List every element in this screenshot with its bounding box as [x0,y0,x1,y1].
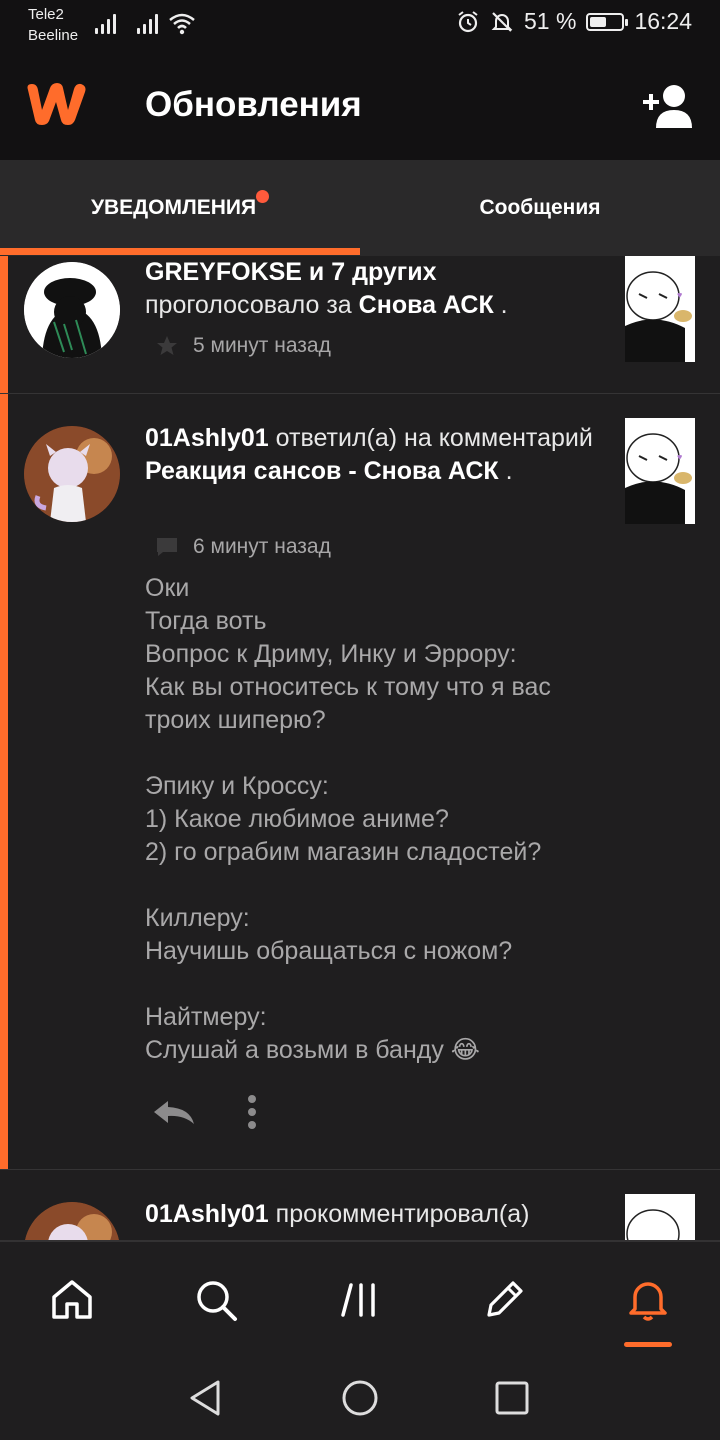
status-bar: Tele2 Beeline 51 % 16:24 [0,0,720,50]
library-icon[interactable] [330,1270,390,1330]
wifi-icon [169,13,195,35]
notification-text: 01Ashly01 ответил(а) на комментарий Реак… [145,424,593,485]
alarm-icon [458,10,478,32]
active-tab-indicator [0,248,360,255]
notifications-feed[interactable]: GREYFOKSE и 7 других проголосовало за Сн… [0,256,720,1240]
notification-action: ответил(а) на комментарий [275,424,593,452]
notification-item[interactable]: GREYFOKSE и 7 других проголосовало за Сн… [0,256,720,394]
story-thumbnail[interactable] [625,1194,695,1240]
wattpad-logo[interactable] [24,80,88,128]
comment-icon [157,538,177,556]
mute-icon [491,11,513,32]
avatar[interactable] [24,1202,120,1240]
bell-icon[interactable] [618,1270,678,1330]
carrier-names: Tele2 Beeline [28,4,78,46]
notification-meta: 5 минут назад [155,334,331,358]
system-navigation [0,1356,720,1440]
notification-target[interactable]: Снова АСК [359,291,494,319]
notification-meta: 6 минут назад [155,535,331,559]
battery-icon [586,12,629,31]
svg-text:♥: ♥ [677,452,682,462]
active-nav-indicator [624,1342,672,1347]
back-icon[interactable] [182,1374,230,1422]
notification-user[interactable]: 01Ashly01 [145,424,269,452]
home-icon[interactable] [42,1270,102,1330]
page-title: Обновления [145,85,362,124]
comment-actions [150,1094,258,1130]
avatar[interactable] [24,262,120,358]
unread-dot [256,189,270,203]
more-options-icon[interactable] [246,1094,258,1130]
clock: 16:24 [634,8,692,34]
search-icon[interactable] [186,1270,246,1330]
tab-messages-label: Сообщения [479,196,601,219]
story-thumbnail[interactable]: ♥ [625,256,695,362]
status-right: 51 % 16:24 [456,8,692,35]
star-icon [157,336,177,355]
recents-icon[interactable] [488,1374,536,1422]
write-icon[interactable] [474,1270,534,1330]
notification-text: 01Ashly01 прокомментировал(а) [145,1198,605,1231]
signal-icon [95,12,116,34]
notification-text: GREYFOKSE и 7 других проголосовало за Сн… [145,258,508,319]
svg-text:♥: ♥ [677,290,682,300]
carrier-1: Tele2 [28,6,64,23]
tab-messages[interactable]: Сообщения [360,160,720,256]
notification-action: проголосовало за [145,291,352,319]
tab-bar: УВЕДОМЛЕНИЯ Сообщения [0,160,720,256]
home-button-icon[interactable] [336,1374,384,1422]
comment-body: Оки Тогда воть Вопрос к Дриму, Инку и Эр… [145,574,551,1064]
avatar[interactable] [24,426,120,522]
tab-notifications[interactable]: УВЕДОМЛЕНИЯ [0,160,360,256]
app-header: Обновления [0,50,720,160]
notification-user[interactable]: GREYFOKSE и 7 других [145,258,436,286]
reply-icon[interactable] [150,1097,196,1127]
carrier-2: Beeline [28,27,79,44]
notification-item[interactable]: 01Ashly01 прокомментировал(а) [0,1170,720,1240]
tab-notifications-label: УВЕДОМЛЕНИЯ [90,196,257,219]
battery-percent: 51 % [524,8,577,34]
signal-icon [137,12,158,34]
story-thumbnail[interactable]: ♥ [625,418,695,524]
notification-target[interactable]: Реакция сансов - Снова АСК [145,457,499,485]
notification-time: 5 минут назад [193,334,331,357]
notification-item[interactable]: 01Ashly01 ответил(а) на комментарий Реак… [0,394,720,1170]
bottom-navigation [0,1240,720,1356]
add-user-icon[interactable] [640,82,696,128]
notification-user[interactable]: 01Ashly01 [145,1200,269,1228]
notification-time: 6 минут назад [193,535,331,558]
notification-action: прокомментировал(а) [275,1200,530,1228]
